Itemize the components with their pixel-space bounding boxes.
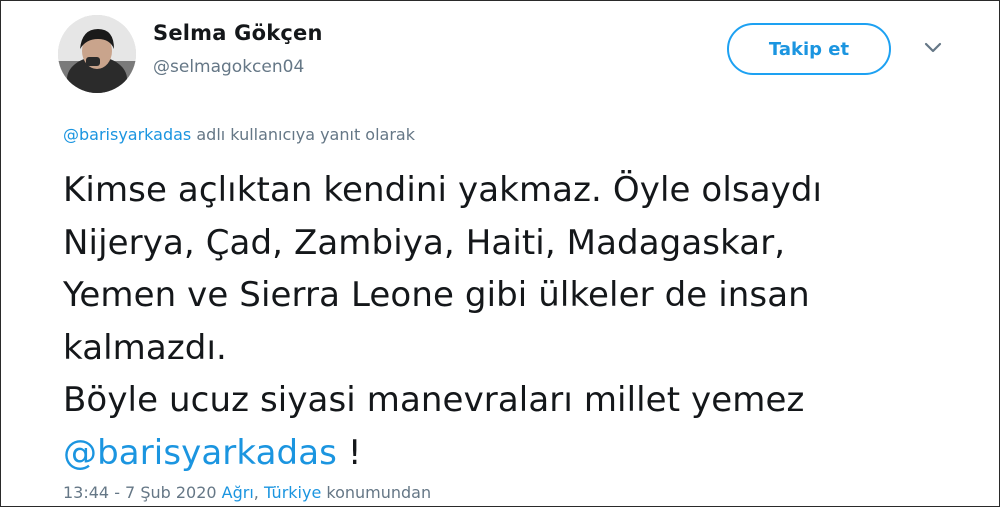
tweet-trailing: ! bbox=[336, 432, 362, 473]
tweet-card: Selma Gökçen @selmagokcen04 Takip et @ba… bbox=[0, 0, 1000, 507]
follow-button[interactable]: Takip et bbox=[727, 23, 891, 75]
avatar[interactable] bbox=[58, 15, 136, 93]
tweet-mention-link[interactable]: @barisyarkadas bbox=[63, 433, 337, 473]
tweet-body: Kimse açlıktan kendini yakmaz. Öyle olsa… bbox=[63, 170, 823, 420]
tweet-meta: 13:44 - 7 Şub 2020 Ağrı, Türkiye konumun… bbox=[63, 483, 431, 502]
place-country-link[interactable]: Türkiye bbox=[264, 483, 321, 502]
reply-context: @barisyarkadas adlı kullanıcıya yanıt ol… bbox=[63, 125, 415, 144]
place-separator: , bbox=[253, 483, 264, 502]
reply-context-suffix: adlı kullanıcıya yanıt olarak bbox=[191, 125, 415, 144]
place-city-link[interactable]: Ağrı bbox=[222, 483, 254, 502]
author-display-name[interactable]: Selma Gökçen bbox=[153, 21, 323, 45]
tweet-text: Kimse açlıktan kendini yakmaz. Öyle olsa… bbox=[63, 164, 963, 479]
location-suffix: konumundan bbox=[321, 483, 432, 502]
chevron-down-icon[interactable] bbox=[923, 41, 943, 55]
avatar-photo bbox=[58, 15, 136, 93]
reply-mention-link[interactable]: @barisyarkadas bbox=[63, 125, 191, 144]
author-handle[interactable]: @selmagokcen04 bbox=[153, 57, 304, 77]
tweet-timestamp[interactable]: 13:44 - 7 Şub 2020 bbox=[63, 483, 222, 502]
